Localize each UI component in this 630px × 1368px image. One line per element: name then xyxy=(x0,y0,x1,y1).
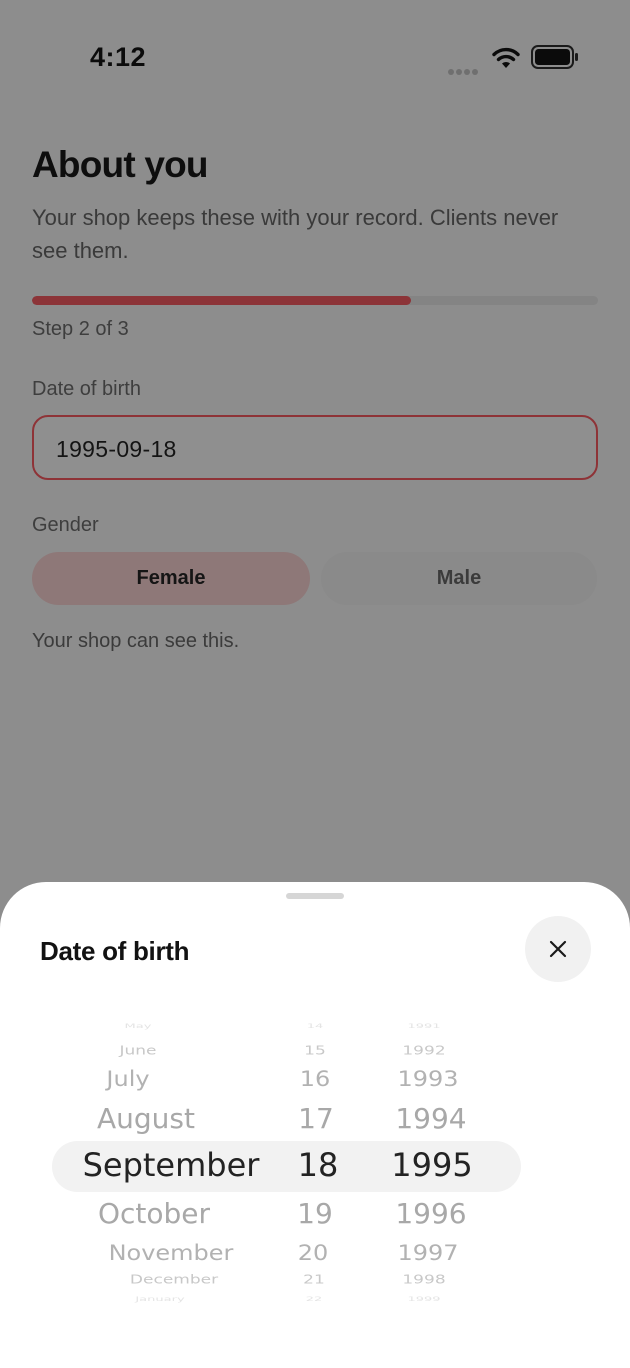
month-option[interactable]: August xyxy=(97,1102,195,1135)
gender-hint: Your shop can see this. xyxy=(32,630,240,652)
sheet-grabber[interactable] xyxy=(286,893,344,899)
status-time: 4:12 xyxy=(90,42,147,72)
year-option[interactable]: 1997 xyxy=(397,1240,458,1265)
day-option-selected[interactable]: 18 xyxy=(298,1146,339,1184)
date-picker-sheet: Date of birth May June July August Septe… xyxy=(0,882,630,1368)
gender-option-male[interactable]: Male xyxy=(321,552,597,605)
year-option[interactable]: 1992 xyxy=(402,1044,445,1058)
gender-label: Gender xyxy=(32,514,99,536)
year-option-selected[interactable]: 1995 xyxy=(391,1146,472,1184)
month-option[interactable]: June xyxy=(119,1044,156,1058)
year-option[interactable]: 1994 xyxy=(395,1102,466,1135)
wifi-icon xyxy=(492,47,520,68)
month-option-selected[interactable]: September xyxy=(83,1146,260,1184)
battery-icon xyxy=(531,45,578,69)
day-option[interactable]: 17 xyxy=(298,1102,334,1135)
dob-field[interactable]: 1995-09-18 xyxy=(32,415,598,480)
day-option[interactable]: 16 xyxy=(300,1066,331,1091)
page-subtitle: Your shop keeps these with your record. … xyxy=(32,205,559,263)
month-option[interactable]: July xyxy=(106,1066,149,1091)
month-option[interactable]: November xyxy=(109,1240,234,1265)
progress-bar xyxy=(32,296,598,305)
day-option[interactable]: 15 xyxy=(304,1044,326,1058)
year-option[interactable]: 1999 xyxy=(407,1296,440,1303)
day-option[interactable]: 21 xyxy=(303,1273,325,1287)
year-option[interactable]: 1998 xyxy=(402,1273,445,1287)
month-option[interactable]: December xyxy=(130,1273,218,1287)
cellular-signal-icon xyxy=(448,62,482,75)
close-button[interactable] xyxy=(525,916,591,982)
month-option[interactable]: May xyxy=(125,1023,152,1030)
sheet-title: Date of birth xyxy=(40,936,190,966)
year-option[interactable]: 1996 xyxy=(395,1197,466,1230)
day-option[interactable]: 20 xyxy=(298,1240,329,1265)
day-option[interactable]: 14 xyxy=(307,1023,324,1030)
status-bar: 4:12 xyxy=(0,0,630,110)
progress-label: Step 2 of 3 xyxy=(32,318,129,340)
dob-label: Date of birth xyxy=(32,378,141,400)
date-wheel-picker[interactable]: May June July August September October N… xyxy=(0,1023,630,1307)
year-option[interactable]: 1993 xyxy=(397,1066,458,1091)
close-icon xyxy=(549,940,567,958)
month-option[interactable]: January xyxy=(135,1296,184,1303)
day-option[interactable]: 22 xyxy=(306,1296,323,1303)
day-option[interactable]: 19 xyxy=(297,1197,333,1230)
year-option[interactable]: 1991 xyxy=(407,1023,440,1030)
gender-option-female[interactable]: Female xyxy=(32,552,310,605)
page-title: About you xyxy=(32,144,209,185)
month-option[interactable]: October xyxy=(98,1197,210,1230)
progress-bar-fill xyxy=(32,296,412,305)
dob-value: 1995-09-18 xyxy=(56,436,177,462)
